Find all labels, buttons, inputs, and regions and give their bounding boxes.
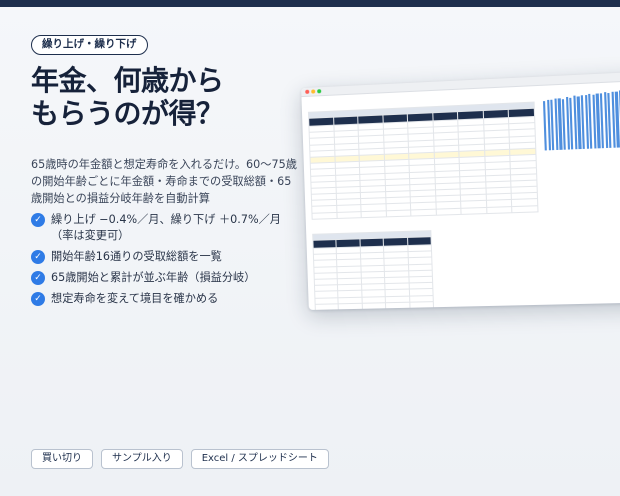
check-icon: ✓ (31, 271, 45, 285)
top-accent-bar (0, 0, 620, 7)
page-title: 年金、何歳から もらうのが得？ (31, 64, 291, 130)
preview-table-main (307, 101, 539, 220)
feature-item: ✓ 開始年齢16通りの受取総額を一覧 (31, 249, 301, 265)
feature-list: ✓ 繰り上げ −0.4%／月、繰り下げ ＋0.7%／月（率は変更可） ✓ 開始年齢1… (31, 212, 301, 312)
feature-text: 65歳開始と累計が並ぶ年齢（損益分岐） (51, 271, 256, 284)
feature-item: ✓ 65歳開始と累計が並ぶ年齢（損益分岐） (31, 270, 301, 286)
category-tag: 繰り上げ・繰り下げ (31, 35, 148, 55)
description: 65歳時の年金額と想定寿命を入れるだけ。60〜75歳の開始年齢ごとに年金額・寿命… (31, 158, 297, 205)
check-icon: ✓ (31, 250, 45, 264)
chip-format[interactable]: Excel / スプレッドシート (190, 449, 329, 469)
preview-table-summary (312, 230, 435, 310)
feature-text: 開始年齢16通りの受取総額を一覧 (51, 250, 222, 263)
feature-text: 想定寿命を変えて境目を確かめる (51, 292, 219, 305)
check-icon: ✓ (31, 213, 45, 227)
feature-item: ✓ 繰り上げ −0.4%／月、繰り下げ ＋0.7%／月（率は変更可） (31, 212, 301, 244)
minimize-dot-icon (311, 89, 316, 94)
title-line-2: もらうのが得？ (31, 97, 224, 130)
close-dot-icon (305, 89, 310, 94)
feature-text: 繰り上げ −0.4%／月、繰り下げ ＋0.7%／月（率は変更可） (51, 213, 281, 242)
feature-item: ✓ 想定寿命を変えて境目を確かめる (31, 291, 301, 307)
title-line-1: 年金、何歳から (31, 64, 224, 97)
spreadsheet-preview (301, 71, 620, 310)
check-icon: ✓ (31, 292, 45, 306)
chip-row: 買い切り サンプル入り Excel / スプレッドシート (31, 449, 329, 469)
preview-chart (540, 82, 620, 159)
chip-sample[interactable]: サンプル入り (101, 449, 183, 469)
preview-chart-bars (541, 88, 620, 151)
maximize-dot-icon (317, 89, 322, 94)
chip-purchase[interactable]: 買い切り (31, 449, 93, 469)
